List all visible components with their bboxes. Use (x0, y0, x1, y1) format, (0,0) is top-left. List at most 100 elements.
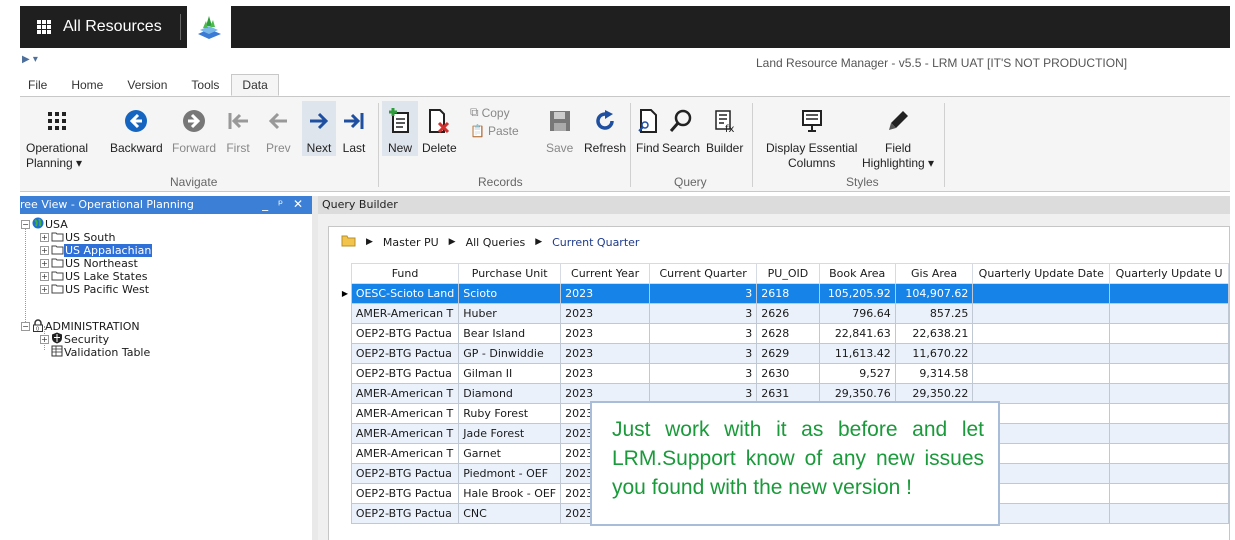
table-cell[interactable] (972, 363, 1111, 384)
table-cell[interactable] (1109, 323, 1229, 344)
column-header[interactable]: Fund (350, 263, 460, 284)
table-cell[interactable]: OEP2-BTG Pactua (350, 343, 460, 364)
table-cell[interactable]: Piedmont - OEF (458, 463, 562, 484)
next-button[interactable]: Next (302, 101, 336, 156)
row-selector[interactable] (339, 423, 352, 444)
backward-button[interactable]: Backward (110, 101, 163, 156)
table-cell[interactable]: 2023 (560, 363, 650, 384)
table-row[interactable]: OEP2-BTG Pactua Bear Island 2023 3 2628 22,84… (339, 323, 1229, 344)
table-cell[interactable] (972, 283, 1111, 304)
row-selector[interactable] (339, 443, 352, 464)
tree-view-controls[interactable]: _ ᵖ ✕ (262, 197, 306, 211)
row-selector[interactable] (339, 323, 352, 344)
tab-data[interactable]: Data (231, 74, 279, 96)
tree-node-validation-table[interactable]: Validation Table (51, 345, 151, 359)
row-selector[interactable] (339, 403, 352, 424)
tab-file[interactable]: File (20, 78, 59, 96)
table-cell[interactable]: 2023 (560, 343, 650, 364)
table-cell[interactable] (1109, 403, 1229, 424)
column-header[interactable]: Book Area (818, 263, 896, 284)
column-header[interactable]: Purchase Unit (458, 263, 562, 284)
table-cell[interactable]: Hale Brook - OEF (458, 483, 562, 504)
table-cell[interactable] (1109, 303, 1229, 324)
expand-icon[interactable]: + (40, 285, 49, 294)
table-cell[interactable] (972, 323, 1111, 344)
table-cell[interactable]: 2023 (560, 283, 650, 304)
tree-node-us-northeast[interactable]: + US Northeast (40, 257, 139, 270)
tab-home[interactable]: Home (59, 78, 115, 96)
table-cell[interactable]: 2626 (756, 303, 820, 324)
table-cell[interactable]: Ruby Forest (458, 403, 562, 424)
last-button[interactable]: Last (342, 101, 366, 156)
table-cell[interactable]: Garnet (458, 443, 562, 464)
column-header[interactable]: Gis Area (894, 263, 974, 284)
column-header[interactable]: Current Year (560, 263, 650, 284)
prev-button[interactable]: Prev (266, 101, 291, 156)
table-cell[interactable]: 3 (648, 303, 758, 324)
row-selector[interactable] (339, 463, 352, 484)
table-cell[interactable]: AMER-American T (350, 443, 460, 464)
search-button[interactable]: Search (662, 101, 700, 156)
tree-node-us-lake-states[interactable]: + US Lake States (40, 270, 149, 283)
app-title[interactable]: All Resources (63, 18, 162, 36)
table-cell[interactable]: OEP2-BTG Pactua (350, 463, 460, 484)
delete-button[interactable]: Delete (422, 101, 457, 156)
quick-access-toolbar[interactable]: ▶ ▾ (22, 54, 38, 65)
column-header[interactable]: PU_OID (756, 263, 820, 284)
table-cell[interactable] (1109, 343, 1229, 364)
table-cell[interactable] (1109, 363, 1229, 384)
new-button[interactable]: New (382, 101, 418, 156)
column-header[interactable]: Quarterly Update Date (972, 263, 1111, 284)
table-cell[interactable]: OEP2-BTG Pactua (350, 483, 460, 504)
field-highlighting-button[interactable]: Field Highlighting ▾ (862, 101, 934, 171)
column-header[interactable]: Current Quarter (648, 263, 758, 284)
table-cell[interactable]: Scioto (458, 283, 562, 304)
table-cell[interactable]: Gilman II (458, 363, 562, 384)
table-row[interactable]: AMER-American T Huber 2023 3 2626 796.64 857.2… (339, 303, 1229, 324)
table-cell[interactable]: AMER-American T (350, 423, 460, 444)
row-selector[interactable] (339, 363, 352, 384)
collapse-icon[interactable]: − (21, 220, 30, 229)
table-cell[interactable]: GP - Dinwiddie (458, 343, 562, 364)
table-row[interactable]: ▶ OESC-Scioto Land Scioto 2023 3 2618 105,205.… (339, 283, 1229, 304)
tree-node-us-pacific-west[interactable]: + US Pacific West (40, 283, 150, 296)
paste-button[interactable]: 📋 Paste (470, 124, 519, 138)
refresh-button[interactable]: Refresh (584, 101, 626, 156)
forward-button[interactable]: Forward (172, 101, 216, 156)
table-cell[interactable]: 3 (648, 343, 758, 364)
table-cell[interactable]: 11,613.42 (818, 343, 896, 364)
tab-version[interactable]: Version (115, 78, 179, 96)
table-cell[interactable]: 22,841.63 (818, 323, 896, 344)
table-cell[interactable]: Jade Forest (458, 423, 562, 444)
breadcrumb-current-quarter[interactable]: Current Quarter (552, 236, 639, 249)
breadcrumb-master-pu[interactable]: Master PU (383, 236, 439, 249)
row-selector[interactable] (339, 483, 352, 504)
tree-node-us-south[interactable]: + US South (40, 231, 117, 244)
operational-planning-button[interactable]: Operational Planning ▾ (26, 101, 88, 171)
table-cell[interactable]: 2023 (560, 303, 650, 324)
table-cell[interactable] (972, 303, 1111, 324)
table-cell[interactable]: 11,670.22 (894, 343, 974, 364)
table-cell[interactable]: AMER-American T (350, 303, 460, 324)
table-cell[interactable]: Bear Island (458, 323, 562, 344)
table-cell[interactable]: 2628 (756, 323, 820, 344)
current-row-indicator-icon[interactable]: ▶ (339, 283, 352, 304)
find-button[interactable]: Find (636, 101, 659, 156)
expand-icon[interactable]: + (40, 259, 49, 268)
table-cell[interactable]: 2629 (756, 343, 820, 364)
display-essential-columns-button[interactable]: Display Essential Columns (766, 101, 857, 171)
tree-node-administration[interactable]: − 0 ADMINISTRATION (21, 318, 141, 333)
expand-icon[interactable]: + (40, 335, 49, 344)
table-cell[interactable]: OESC-Scioto Land (350, 283, 460, 304)
expand-icon[interactable]: + (40, 233, 49, 242)
tree-node-usa[interactable]: − USA (21, 217, 69, 231)
table-cell[interactable] (1109, 383, 1229, 404)
collapse-icon[interactable]: − (21, 322, 30, 331)
first-button[interactable]: First (226, 101, 250, 156)
table-cell[interactable]: 105,205.92 (818, 283, 896, 304)
table-cell[interactable]: 3 (648, 283, 758, 304)
table-cell[interactable]: 9,314.58 (894, 363, 974, 384)
table-cell[interactable]: OEP2-BTG Pactua (350, 363, 460, 384)
table-cell[interactable] (1109, 423, 1229, 444)
table-cell[interactable]: CNC (458, 503, 562, 524)
